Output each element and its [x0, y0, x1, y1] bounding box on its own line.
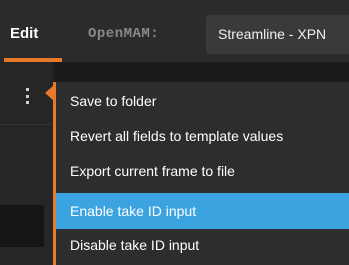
- left-panel-divider: [0, 124, 53, 125]
- menu-item-save-to-folder[interactable]: Save to folder: [56, 83, 349, 119]
- openmam-label: OpenMAM:: [88, 26, 160, 42]
- workflow-select[interactable]: Streamline - XPN: [206, 15, 349, 54]
- context-menu: Save to folder Revert all fields to temp…: [53, 82, 349, 265]
- menu-item-disable-take-id[interactable]: Disable take ID input: [56, 227, 349, 263]
- menu-item-revert-fields[interactable]: Revert all fields to template values: [56, 118, 349, 154]
- tab-edit[interactable]: Edit: [10, 25, 38, 42]
- left-panel-row: [0, 205, 44, 247]
- menu-item-enable-take-id[interactable]: Enable take ID input: [56, 193, 349, 229]
- top-bar: Edit OpenMAM: Streamline - XPN: [0, 0, 349, 62]
- menu-item-export-frame[interactable]: Export current frame to file: [56, 153, 349, 189]
- workflow-select-value: Streamline - XPN: [218, 26, 327, 42]
- kebab-menu-icon[interactable]: [24, 88, 30, 104]
